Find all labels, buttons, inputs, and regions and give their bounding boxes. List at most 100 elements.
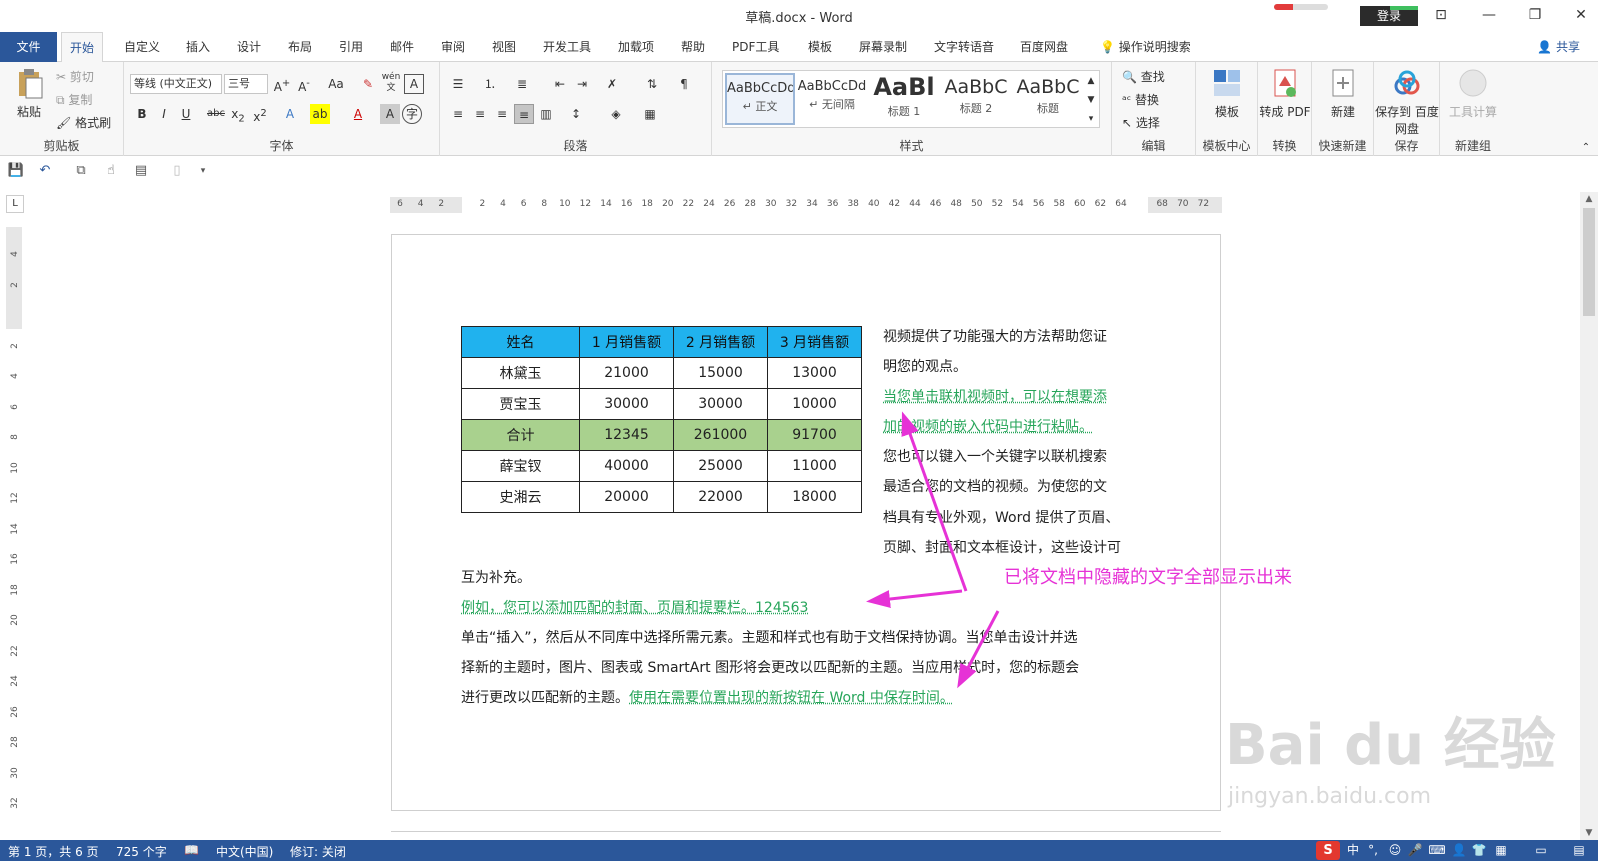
vertical-scrollbar[interactable]: ▲ ▼ [1580, 192, 1598, 840]
save-netdisk-button[interactable]: 保存到 百度网盘 [1374, 68, 1440, 137]
char-shading-icon[interactable]: A [380, 104, 400, 124]
style-title[interactable]: AaBbC 标题 [1013, 73, 1083, 125]
clear-format-icon[interactable]: ✎ [358, 74, 378, 94]
bold-icon[interactable]: B [132, 104, 152, 124]
cut-button[interactable]: ✂ 剪切 [56, 68, 94, 85]
tab-help[interactable]: 帮助 [673, 32, 713, 62]
keyboard-icon[interactable]: ⌨ [1428, 842, 1446, 858]
tab-insert[interactable]: 插入 [178, 32, 218, 62]
replace-button[interactable]: ᵃᶜ 替换 [1122, 91, 1159, 108]
tab-addins[interactable]: 加载项 [610, 32, 662, 62]
find-button[interactable]: 🔍 查找 [1122, 68, 1165, 85]
sort-icon[interactable]: ⇅ [642, 74, 662, 94]
underline-icon[interactable]: U [176, 104, 196, 124]
grow-font-icon[interactable]: A+ [272, 74, 292, 94]
table-cell[interactable]: 12345 [579, 419, 674, 451]
save-icon[interactable]: 💾 [5, 161, 27, 181]
collapse-ribbon-icon[interactable]: ⌃ [1576, 138, 1596, 158]
table-cell[interactable]: 30000 [579, 388, 674, 420]
tab-baidu-netdisk[interactable]: 百度网盘 [1012, 32, 1076, 62]
tab-file[interactable]: 文件 [0, 32, 57, 62]
customize-qat-icon[interactable]: ▾ [192, 161, 214, 181]
undo-icon[interactable]: ↶ [34, 161, 56, 181]
text-effects-icon[interactable]: A [280, 104, 300, 124]
tab-references[interactable]: 引用 [331, 32, 371, 62]
select-button[interactable]: ↖ 选择 [1122, 114, 1160, 131]
align-center-icon[interactable]: ≡ [470, 104, 490, 124]
italic-icon[interactable]: I [154, 104, 174, 124]
font-name-combo[interactable]: 等线 (中文正文) [130, 74, 222, 94]
phonetic-guide-button[interactable]: wén 文 [380, 72, 402, 93]
scroll-thumb[interactable] [1583, 208, 1595, 316]
convert-pdf-button[interactable]: 转成 PDF [1258, 68, 1312, 120]
increase-indent-icon[interactable]: ⇥ [572, 74, 592, 94]
tab-developer[interactable]: 开发工具 [535, 32, 599, 62]
table-cell[interactable]: 史湘云 [461, 481, 580, 513]
table-cell[interactable]: 261000 [673, 419, 768, 451]
document-page[interactable]: 姓名 1 月销售额 2 月销售额 3 月销售额 林黛玉 21000 15000 … [391, 234, 1221, 811]
shrink-font-icon[interactable]: A- [294, 74, 314, 94]
styles-down-icon[interactable]: ▼ [1083, 90, 1099, 110]
touch-mode-icon[interactable]: ☝ [100, 161, 122, 181]
tab-templates[interactable]: 模板 [800, 32, 840, 62]
scroll-down-icon[interactable]: ▼ [1580, 826, 1598, 840]
styles-more-icon[interactable]: ▾ [1083, 109, 1099, 129]
style-heading-2[interactable]: AaBbC 标题 2 [941, 73, 1011, 125]
tool-calc-button[interactable]: 工具计算 [1443, 68, 1503, 120]
table-header[interactable]: 3 月销售额 [767, 326, 862, 358]
multilevel-list-icon[interactable]: ≣ [512, 74, 532, 94]
table-cell[interactable]: 30000 [673, 388, 768, 420]
table-cell[interactable]: 18000 [767, 481, 862, 513]
highlight-icon[interactable]: ab [310, 104, 330, 124]
style-heading-1[interactable]: AaBl 标题 1 [869, 73, 939, 125]
tell-me-search[interactable]: 💡 操作说明搜索 [1092, 32, 1199, 62]
tab-text-to-speech[interactable]: 文字转语音 [926, 32, 1002, 62]
language-status[interactable]: 中文(中国) [216, 843, 273, 860]
font-color-icon[interactable]: A [348, 104, 368, 124]
change-case-button[interactable]: Aa [322, 74, 350, 94]
table-cell[interactable]: 林黛玉 [461, 357, 580, 389]
style-normal[interactable]: AaBbCcDd ↵ 正文 [725, 73, 795, 125]
tab-selector[interactable]: L [6, 195, 24, 213]
copy-format-icon[interactable]: ⧉ [70, 161, 92, 181]
close-icon[interactable]: ✕ [1566, 4, 1596, 26]
borders-icon[interactable]: ▦ [640, 104, 660, 124]
tab-screen-record[interactable]: 屏幕录制 [851, 32, 915, 62]
table-cell[interactable]: 21000 [579, 357, 674, 389]
login-button[interactable]: 登录 [1360, 6, 1418, 26]
share-button[interactable]: 👤 共享 [1537, 32, 1580, 62]
tab-customize[interactable]: 自定义 [116, 32, 168, 62]
page-count[interactable]: 第 1 页，共 6 页 [8, 843, 99, 860]
table-cell[interactable]: 贾宝玉 [461, 388, 580, 420]
vertical-ruler[interactable]: 4 2 2 4 6 8 10 12 14 16 18 20 22 24 26 28 30 32 [6, 227, 22, 827]
tab-pdf-tools[interactable]: PDF工具 [724, 32, 787, 62]
align-left-icon[interactable]: ≡ [448, 104, 468, 124]
skin-icon[interactable]: 👕 [1470, 842, 1488, 858]
restore-icon[interactable]: ❐ [1520, 4, 1550, 26]
word-count[interactable]: 725 个字 [116, 843, 167, 860]
table-cell[interactable]: 11000 [767, 450, 862, 482]
read-mode-icon[interactable]: ▭ [1532, 842, 1550, 858]
strikethrough-icon[interactable]: abc [204, 104, 228, 124]
justify-icon[interactable]: ≡ [514, 104, 534, 124]
char-border-icon[interactable]: A [404, 74, 424, 94]
align-right-icon[interactable]: ≡ [492, 104, 512, 124]
emoji-icon[interactable]: ☺ [1386, 842, 1404, 858]
table-cell[interactable]: 合计 [461, 419, 580, 451]
show-marks-icon[interactable]: ¶ [674, 74, 694, 94]
distributed-icon[interactable]: ▥ [536, 104, 556, 124]
table-cell[interactable]: 91700 [767, 419, 862, 451]
punctuation-icon[interactable]: °, [1364, 842, 1382, 858]
table-header[interactable]: 1 月销售额 [579, 326, 674, 358]
enclose-char-icon[interactable]: 字 [402, 104, 422, 124]
new-page-icon[interactable]: ▯ [166, 161, 188, 181]
format-painter-button[interactable]: 🖌 格式刷 [56, 114, 111, 131]
table-cell[interactable]: 40000 [579, 450, 674, 482]
sogou-ime-logo[interactable]: S [1316, 841, 1340, 860]
horizontal-ruler[interactable]: 6 4 2 2 4 6 8 10 12 14 16 18 20 22 24 26 28 30 32 34 36 38 40 4… [390, 197, 1222, 213]
table-cell[interactable]: 25000 [673, 450, 768, 482]
tab-design[interactable]: 设计 [229, 32, 269, 62]
styles-up-icon[interactable]: ▲ [1083, 71, 1099, 91]
sales-table[interactable]: 姓名 1 月销售额 2 月销售额 3 月销售额 林黛玉 21000 15000 … [461, 326, 862, 513]
minimize-icon[interactable]: — [1474, 4, 1504, 26]
